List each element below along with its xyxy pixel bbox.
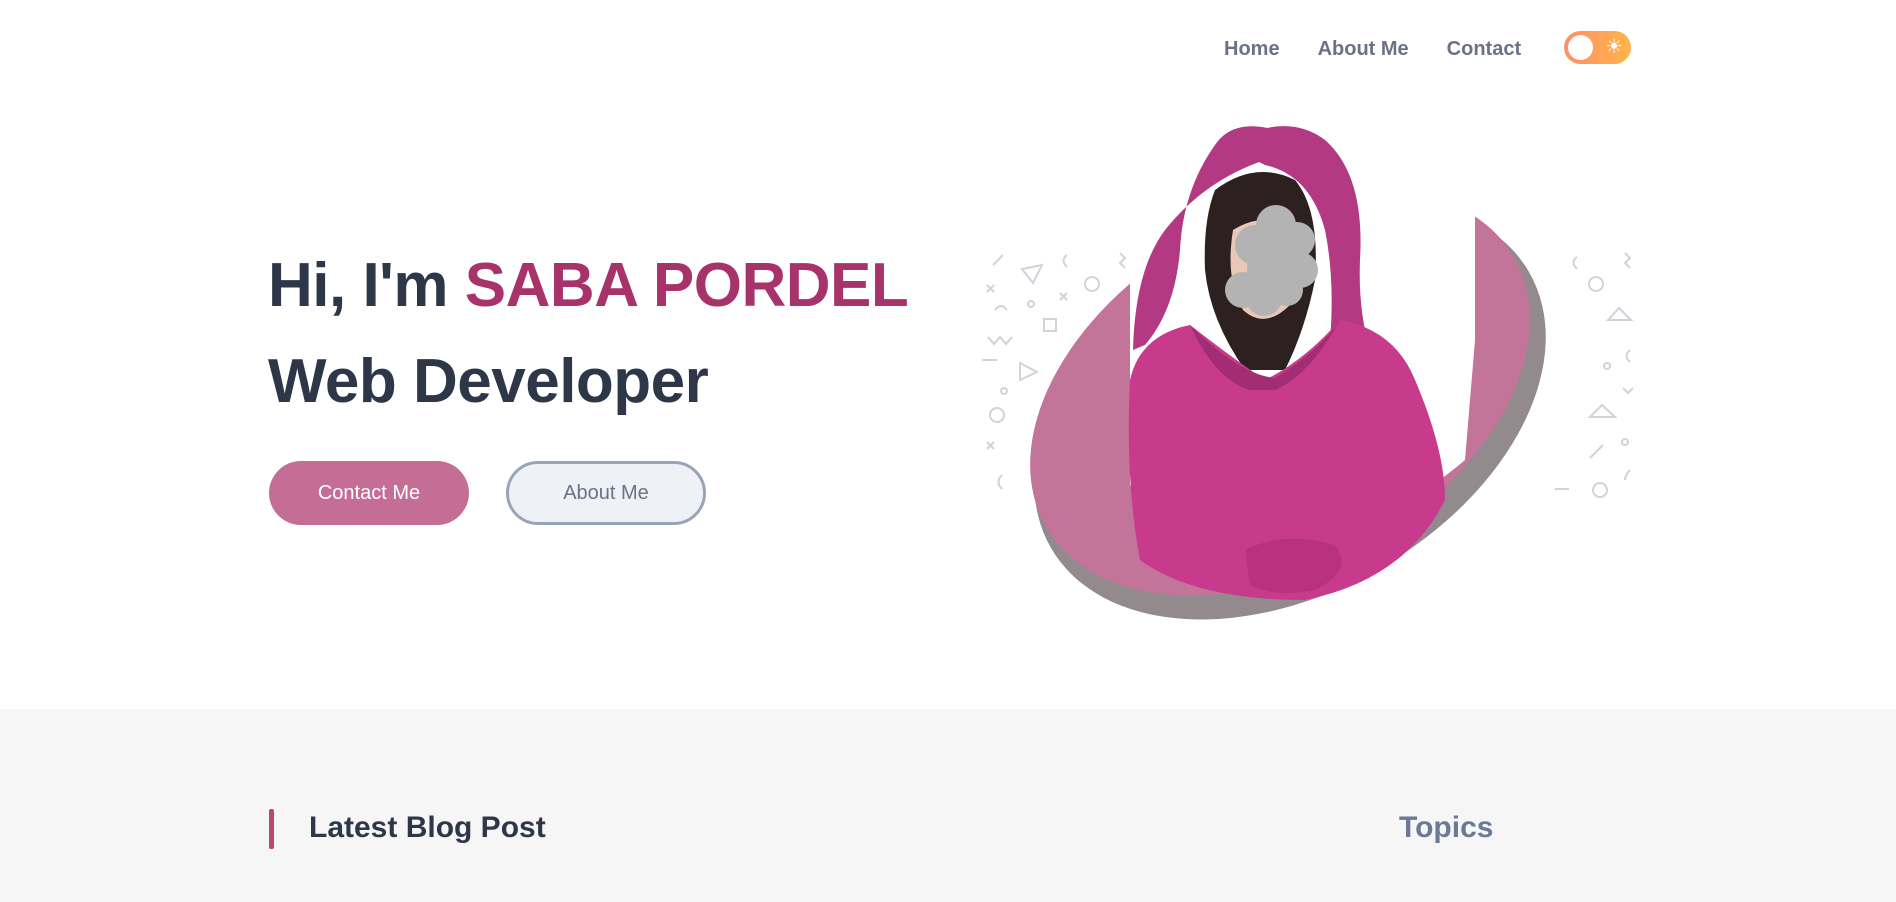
nav-link-home[interactable]: Home: [1224, 38, 1280, 61]
decorative-doodles-right: [1555, 252, 1634, 498]
latest-blog-post-heading: Latest Blog Post: [309, 811, 546, 844]
top-navigation: Home About Me Contact ☀: [0, 28, 1896, 72]
nav-link-about-me[interactable]: About Me: [1318, 38, 1409, 61]
hero-portrait: [975, 120, 1635, 650]
hero-name: SABA PORDEL: [464, 251, 909, 320]
hero-greeting-line: Hi, I'm SABA PORDEL: [268, 238, 909, 334]
sun-icon: ☀: [1605, 36, 1623, 58]
toggle-knob: [1568, 35, 1593, 60]
hero-heading: Hi, I'm SABA PORDEL Web Developer: [268, 238, 909, 430]
hero-role: Web Developer: [268, 347, 709, 416]
theme-toggle[interactable]: ☀: [1564, 31, 1631, 64]
blog-section: Latest Blog Post Topics: [0, 709, 1896, 902]
nav-links: Home About Me Contact: [1224, 38, 1521, 61]
portrait-image: [982, 126, 1634, 620]
hero-greeting: Hi, I'm: [268, 251, 449, 320]
blog-title-accent-bar: [269, 809, 274, 849]
nav-link-contact[interactable]: Contact: [1447, 38, 1521, 61]
topics-heading: Topics: [1399, 811, 1494, 844]
contact-me-button[interactable]: Contact Me: [269, 461, 469, 525]
about-me-button[interactable]: About Me: [506, 461, 706, 525]
